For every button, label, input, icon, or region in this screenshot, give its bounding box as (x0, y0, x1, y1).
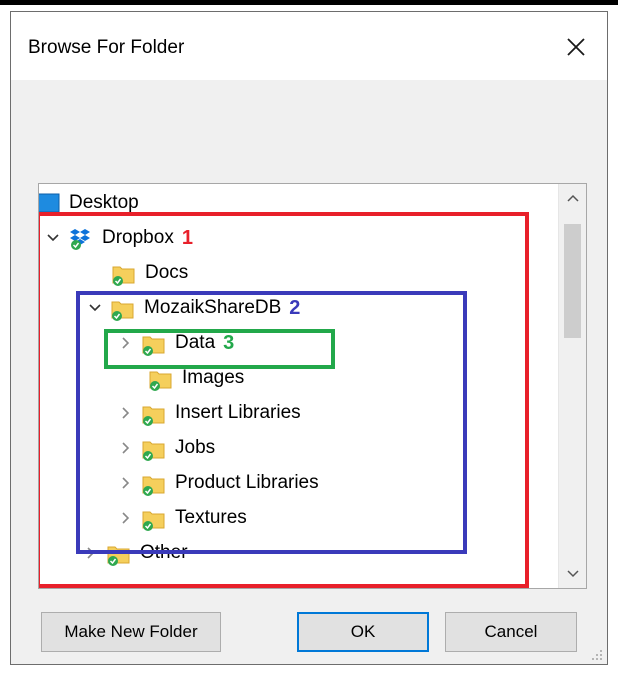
title-bar: Browse For Folder (11, 12, 607, 80)
browse-for-folder-dialog: Browse For Folder Desktop Dropbox 1 Docs… (10, 11, 608, 665)
folder-tree[interactable]: Desktop Dropbox 1 Docs MozaikShareDB 2 D… (38, 183, 587, 589)
resize-grip-icon[interactable] (591, 648, 603, 660)
scroll-down-icon[interactable] (566, 566, 580, 580)
make-new-folder-button[interactable]: Make New Folder (41, 612, 221, 652)
ok-button[interactable]: OK (297, 612, 429, 652)
dialog-title: Browse For Folder (28, 37, 185, 58)
vertical-scrollbar[interactable] (558, 184, 586, 588)
scrollbar-thumb[interactable] (564, 224, 581, 338)
cancel-button[interactable]: Cancel (445, 612, 577, 652)
close-icon[interactable] (563, 34, 589, 60)
scroll-up-icon[interactable] (566, 192, 580, 206)
top-border (0, 0, 618, 5)
highlight-box-green (104, 329, 335, 369)
tree-item-label: Desktop (69, 192, 139, 213)
